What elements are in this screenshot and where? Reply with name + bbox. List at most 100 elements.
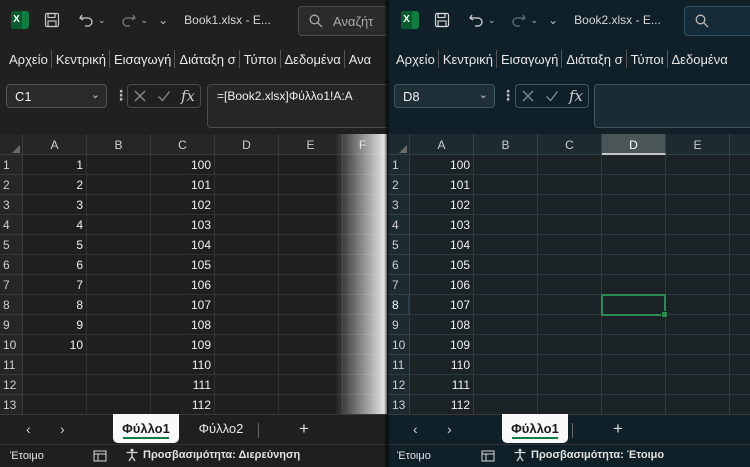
cell-a5[interactable]: 5 (23, 235, 87, 255)
cell-a12[interactable]: 111 (410, 375, 474, 395)
column-header-e[interactable]: E (666, 134, 730, 155)
column-header-a[interactable]: A (23, 134, 87, 155)
tab-home[interactable]: Κεντρική (437, 49, 497, 68)
row-header-7[interactable]: 7 (0, 275, 23, 295)
next-sheet-icon[interactable]: › (447, 421, 452, 437)
row-header-1[interactable]: 1 (387, 155, 410, 175)
row-header-3[interactable]: 3 (0, 195, 23, 215)
cell-a10[interactable]: 10 (23, 335, 87, 355)
column-header-a[interactable]: A (410, 134, 474, 155)
cell-a7[interactable]: 106 (410, 275, 474, 295)
row-header-8[interactable]: 8 (0, 295, 23, 315)
cell-c10[interactable]: 109 (151, 335, 215, 355)
save-icon[interactable] (431, 9, 453, 31)
cell-a9[interactable]: 9 (23, 315, 87, 335)
search-box[interactable]: Αναζήτ (298, 6, 387, 36)
row-header-13[interactable]: 13 (0, 395, 23, 414)
cell-c4[interactable]: 103 (151, 215, 215, 235)
checkmark-icon[interactable] (545, 89, 559, 103)
row-header-12[interactable]: 12 (0, 375, 23, 395)
cell-a11[interactable] (23, 355, 87, 375)
more-options-icon[interactable]: ⋮ (114, 87, 128, 104)
sheet-tab-1[interactable]: Φύλλο1 (113, 414, 179, 443)
row-header-7[interactable]: 7 (387, 275, 410, 295)
accessibility-icon[interactable] (125, 448, 139, 462)
prev-sheet-icon[interactable]: ‹ (413, 421, 418, 437)
active-cell-selection[interactable] (601, 294, 668, 318)
tab-file[interactable]: Αρχείο (5, 52, 52, 67)
sheet-tab-1[interactable]: Φύλλο1 (502, 414, 568, 443)
cell-a4[interactable]: 103 (410, 215, 474, 235)
tab-data[interactable]: Δεδομένα (279, 49, 345, 68)
name-box[interactable]: D8 ⌄ (394, 84, 495, 108)
search-box[interactable] (684, 6, 750, 36)
cell-c11[interactable]: 110 (151, 355, 215, 375)
row-header-2[interactable]: 2 (387, 175, 410, 195)
cell-c3[interactable]: 102 (151, 195, 215, 215)
undo-dropdown-icon[interactable]: ⌄ (98, 15, 106, 26)
cell-a11[interactable]: 110 (410, 355, 474, 375)
function-icon[interactable]: fx (181, 87, 195, 105)
customize-qat-icon[interactable]: ⌄ (548, 13, 558, 27)
row-header-11[interactable]: 11 (387, 355, 410, 375)
accessibility-status[interactable]: Προσβασιμότητα: Διερεύνηση (143, 449, 300, 461)
redo-icon[interactable] (508, 9, 530, 31)
tab-insert[interactable]: Εισαγωγή (108, 49, 175, 68)
redo-icon[interactable] (118, 9, 140, 31)
cell-a13[interactable] (23, 395, 87, 414)
column-header-b[interactable]: B (474, 134, 538, 155)
select-all-corner[interactable] (387, 134, 410, 155)
undo-dropdown-icon[interactable]: ⌄ (488, 15, 496, 26)
row-header-5[interactable]: 5 (387, 235, 410, 255)
column-header-b[interactable]: B (87, 134, 151, 155)
worksheet-grid[interactable]: A B C D E F 1 2 3 4 5 6 7 8 9 10 11 12 13 1 2 3 4 5 6 7 8 9 10 100 101… (0, 134, 387, 414)
column-header-f[interactable]: F (343, 134, 383, 155)
cancel-icon[interactable] (521, 89, 535, 103)
row-header-6[interactable]: 6 (387, 255, 410, 275)
redo-dropdown-icon[interactable]: ⌄ (141, 15, 149, 26)
add-sheet-button[interactable]: + (613, 419, 623, 439)
tab-page-layout[interactable]: Διάταξη σ (174, 49, 239, 68)
undo-icon[interactable] (465, 9, 487, 31)
cell-a3[interactable]: 102 (410, 195, 474, 215)
row-header-9[interactable]: 9 (387, 315, 410, 335)
worksheet-grid[interactable]: A B C D E 1 2 3 4 5 6 7 8 9 10 11 12 13 100 101 102 103 104 105… (387, 134, 750, 414)
tab-formulas[interactable]: Τύποι (238, 49, 281, 68)
cell-a6[interactable]: 6 (23, 255, 87, 275)
row-header-1[interactable]: 1 (0, 155, 23, 175)
cell-c8[interactable]: 107 (151, 295, 215, 315)
sheet-tab-2[interactable]: Φύλλο2 (186, 414, 256, 443)
chevron-down-icon[interactable]: ⌄ (479, 88, 488, 101)
select-all-corner[interactable] (0, 134, 23, 155)
cell-a1[interactable]: 1 (23, 155, 87, 175)
cell-c13[interactable]: 112 (151, 395, 215, 414)
row-header-10[interactable]: 10 (0, 335, 23, 355)
row-header-9[interactable]: 9 (0, 315, 23, 335)
formula-input[interactable] (594, 84, 750, 128)
redo-dropdown-icon[interactable]: ⌄ (531, 15, 539, 26)
tab-review[interactable]: Ανα (343, 49, 375, 68)
tab-file[interactable]: Αρχείο (392, 52, 439, 67)
name-box[interactable]: C1 ⌄ (6, 84, 107, 108)
cell-a2[interactable]: 101 (410, 175, 474, 195)
prev-sheet-icon[interactable]: ‹ (26, 421, 31, 437)
row-header-11[interactable]: 11 (0, 355, 23, 375)
row-header-6[interactable]: 6 (0, 255, 23, 275)
cell-c12[interactable]: 111 (151, 375, 215, 395)
cell-a8[interactable]: 107 (410, 295, 474, 315)
cell-a1[interactable]: 100 (410, 155, 474, 175)
customize-qat-icon[interactable]: ⌄ (158, 13, 168, 27)
cell-a10[interactable]: 109 (410, 335, 474, 355)
row-header-4[interactable]: 4 (387, 215, 410, 235)
cell-c1[interactable]: 100 (151, 155, 215, 175)
row-header-12[interactable]: 12 (387, 375, 410, 395)
chevron-down-icon[interactable]: ⌄ (91, 88, 100, 101)
add-sheet-button[interactable]: + (299, 419, 309, 439)
cell-a2[interactable]: 2 (23, 175, 87, 195)
cell-a8[interactable]: 8 (23, 295, 87, 315)
next-sheet-icon[interactable]: › (60, 421, 65, 437)
column-header-e[interactable]: E (279, 134, 343, 155)
cell-a7[interactable]: 7 (23, 275, 87, 295)
cell-c5[interactable]: 104 (151, 235, 215, 255)
cell-a9[interactable]: 108 (410, 315, 474, 335)
